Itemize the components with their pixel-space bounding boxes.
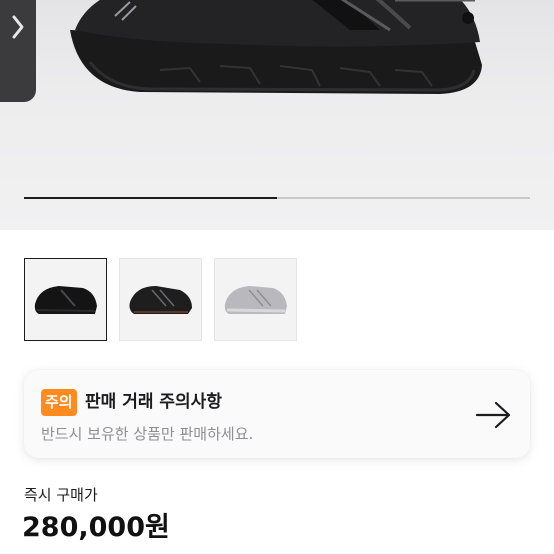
product-shoe-image	[70, 0, 482, 94]
thumbnail-silver-shoe[interactable]	[214, 258, 297, 341]
prev-image-button[interactable]	[0, 0, 36, 102]
shoe-thumbnail-image	[224, 285, 287, 314]
gallery-progress-bar	[24, 197, 530, 199]
product-page: 주의 판매 거래 주의사항 반드시 보유한 상품만 판매하세요. 즉시 구매가 …	[0, 0, 554, 554]
notice-title: 판매 거래 주의사항	[85, 392, 222, 412]
caution-badge: 주의	[41, 389, 77, 416]
shoe-thumbnail-image	[34, 285, 97, 314]
shoe-thumbnail-image	[129, 285, 192, 314]
thumbnail-list	[24, 258, 297, 341]
notice-description: 반드시 보유한 상품만 판매하세요.	[41, 425, 254, 443]
thumbnail-black-shoe-alt[interactable]	[119, 258, 202, 341]
product-image-carousel[interactable]	[0, 0, 554, 230]
instant-buy-price-label: 즉시 구매가	[24, 486, 98, 504]
arrow-right-icon[interactable]	[474, 400, 514, 430]
gallery-progress-fill	[24, 197, 277, 199]
sale-notice-card[interactable]: 주의 판매 거래 주의사항 반드시 보유한 상품만 판매하세요.	[24, 370, 530, 458]
thumbnail-black-shoe[interactable]	[24, 258, 107, 341]
instant-buy-price: 280,000원	[22, 512, 170, 543]
chevron-left-icon	[12, 15, 24, 39]
